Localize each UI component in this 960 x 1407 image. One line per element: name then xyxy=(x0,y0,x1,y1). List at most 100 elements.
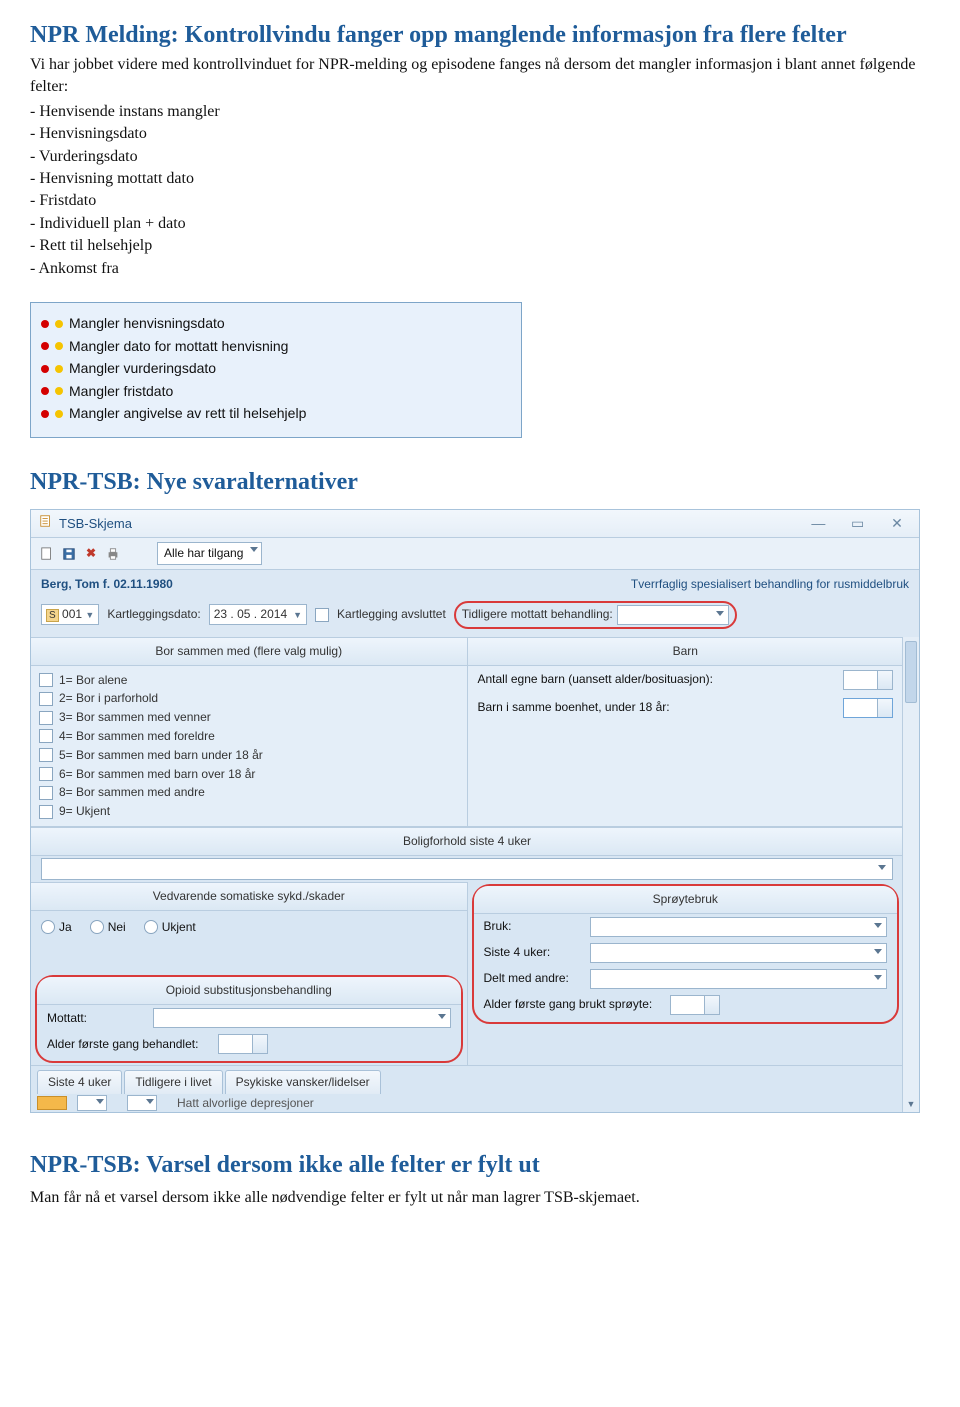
kartlegging-date-field[interactable]: 23 . 05 . 2014 ▼ xyxy=(209,604,307,625)
radio-label: Ja xyxy=(59,919,72,936)
bor-option-label: 5= Bor sammen med barn under 18 år xyxy=(59,747,263,764)
checkbox-icon[interactable] xyxy=(39,767,53,781)
barn-line2-label: Barn i samme boenhet, under 18 år: xyxy=(478,699,670,716)
chevron-down-icon xyxy=(878,865,886,870)
info-text: Mangler fristdato xyxy=(69,382,173,402)
bullet-item: - Henvisningsdato xyxy=(30,123,930,145)
sproyte-header: Sprøytebruk xyxy=(474,886,898,914)
kartlegging-label: Kartleggingsdato: xyxy=(107,606,200,623)
bruk-label: Bruk: xyxy=(484,918,584,935)
chevron-down-icon xyxy=(874,923,882,928)
tab-siste4[interactable]: Siste 4 uker xyxy=(37,1070,122,1094)
mini-dropdown[interactable] xyxy=(77,1095,107,1111)
seq-prefix: S xyxy=(46,609,59,622)
tab-psykiske[interactable]: Psykiske vansker/lidelser xyxy=(225,1070,381,1094)
bullet-item: - Henvisning mottatt dato xyxy=(30,168,930,190)
app-icon xyxy=(39,514,53,533)
bor-option[interactable]: 6= Bor sammen med barn over 18 år xyxy=(39,766,459,783)
close-button[interactable]: ✕ xyxy=(883,515,911,533)
cut-text: Hatt alvorlige depresjoner xyxy=(177,1095,314,1112)
maximize-button[interactable]: ▭ xyxy=(844,515,872,533)
chevron-down-icon xyxy=(250,547,258,552)
access-dropdown-label: Alle har tilgang xyxy=(164,546,243,560)
bolig-select[interactable] xyxy=(41,858,893,880)
checkbox-icon[interactable] xyxy=(39,786,53,800)
chevron-down-icon xyxy=(146,1099,154,1104)
mottatt-select[interactable] xyxy=(153,1008,451,1028)
scrollbar[interactable]: ▲ ▼ xyxy=(902,637,919,1112)
toolbar: ✖ Alle har tilgang xyxy=(31,538,919,570)
scroll-thumb[interactable] xyxy=(905,641,917,703)
bor-option[interactable]: 2= Bor i parforhold xyxy=(39,690,459,707)
kartlegging-avsluttet-label: Kartlegging avsluttet xyxy=(337,606,446,623)
section1-title: NPR Melding: Kontrollvindu fanger opp ma… xyxy=(30,20,930,50)
chevron-down-icon xyxy=(874,949,882,954)
delt-label: Delt med andre: xyxy=(484,970,584,987)
bor-option[interactable]: 8= Bor sammen med andre xyxy=(39,784,459,801)
error-dot-icon xyxy=(41,320,49,328)
seq-field[interactable]: S 001 ▼ xyxy=(41,604,99,625)
bor-option[interactable]: 5= Bor sammen med barn under 18 år xyxy=(39,747,459,764)
bor-option[interactable]: 3= Bor sammen med venner xyxy=(39,709,459,726)
window-title: TSB-Skjema xyxy=(59,515,132,533)
seq-value: 001 xyxy=(62,607,82,621)
chevron-down-icon xyxy=(96,1099,104,1104)
warning-dot-icon xyxy=(55,387,63,395)
checkbox-icon[interactable] xyxy=(39,711,53,725)
radio-icon[interactable] xyxy=(90,920,104,934)
bor-header: Bor sammen med (flere valg mulig) xyxy=(31,638,467,666)
checkbox-icon[interactable] xyxy=(39,805,53,819)
sproyte-highlight: Sprøytebruk Bruk: Siste 4 uker: Delt med… xyxy=(472,884,900,1024)
error-dot-icon xyxy=(41,387,49,395)
bruk-select[interactable] xyxy=(590,917,888,937)
tab-tidligere[interactable]: Tidligere i livet xyxy=(124,1070,222,1094)
tidligere-select[interactable] xyxy=(617,605,729,625)
top-row: S 001 ▼ Kartleggingsdato: 23 . 05 . 2014… xyxy=(31,597,919,637)
info-text: Mangler dato for mottatt henvisning xyxy=(69,337,288,357)
bor-option[interactable]: 4= Bor sammen med foreldre xyxy=(39,728,459,745)
delete-icon[interactable]: ✖ xyxy=(83,546,99,562)
checkbox-icon[interactable] xyxy=(39,729,53,743)
bor-option[interactable]: 1= Bor alene xyxy=(39,672,459,689)
radio-ukjent[interactable]: Ukjent xyxy=(144,919,196,936)
bullet-item: - Henvisende instans mangler xyxy=(30,101,930,123)
checkbox-icon[interactable] xyxy=(39,748,53,762)
info-row: Mangler vurderingsdato xyxy=(41,359,511,379)
radio-icon[interactable] xyxy=(144,920,158,934)
checkbox-icon[interactable] xyxy=(39,673,53,687)
opioid-header: Opioid substitusjonsbehandling xyxy=(37,977,461,1005)
warning-dot-icon xyxy=(55,410,63,418)
barn-count-spinner[interactable] xyxy=(843,670,893,690)
checkbox-icon[interactable] xyxy=(39,692,53,706)
new-icon[interactable] xyxy=(39,546,55,562)
mini-dropdown[interactable] xyxy=(127,1095,157,1111)
radio-ja[interactable]: Ja xyxy=(41,919,72,936)
cut-row: Hatt alvorlige depresjoner xyxy=(31,1094,919,1112)
patient-name: Berg, Tom f. 02.11.1980 xyxy=(41,576,173,593)
kartlegging-date-value: 23 . 05 . 2014 xyxy=(214,606,287,623)
minimize-button[interactable]: — xyxy=(804,515,832,533)
alder-behandlet-spinner[interactable] xyxy=(218,1034,268,1054)
radio-icon[interactable] xyxy=(41,920,55,934)
mottatt-label: Mottatt: xyxy=(47,1010,147,1027)
alder-sproyte-spinner[interactable] xyxy=(670,995,720,1015)
radio-nei[interactable]: Nei xyxy=(90,919,126,936)
scroll-down-icon[interactable]: ▼ xyxy=(903,1096,919,1112)
barn-under18-spinner[interactable] xyxy=(843,698,893,718)
bor-option[interactable]: 9= Ukjent xyxy=(39,803,459,820)
bor-option-label: 9= Ukjent xyxy=(59,803,110,820)
delt-select[interactable] xyxy=(590,969,888,989)
tsb-window: TSB-Skjema — ▭ ✕ ✖ Alle har tilgang Berg… xyxy=(30,509,920,1113)
print-icon[interactable] xyxy=(105,546,121,562)
kartlegging-avsluttet-checkbox[interactable] xyxy=(315,608,329,622)
chevron-down-icon xyxy=(716,611,724,616)
access-dropdown[interactable]: Alle har tilgang xyxy=(157,542,262,565)
barn-header: Barn xyxy=(468,638,904,666)
bor-option-label: 6= Bor sammen med barn over 18 år xyxy=(59,766,255,783)
error-dot-icon xyxy=(41,342,49,350)
info-text: Mangler henvisningsdato xyxy=(69,314,225,334)
save-icon[interactable] xyxy=(61,546,77,562)
siste4-select[interactable] xyxy=(590,943,888,963)
info-row: Mangler henvisningsdato xyxy=(41,314,511,334)
bolig-header: Boligforhold siste 4 uker xyxy=(31,827,903,856)
